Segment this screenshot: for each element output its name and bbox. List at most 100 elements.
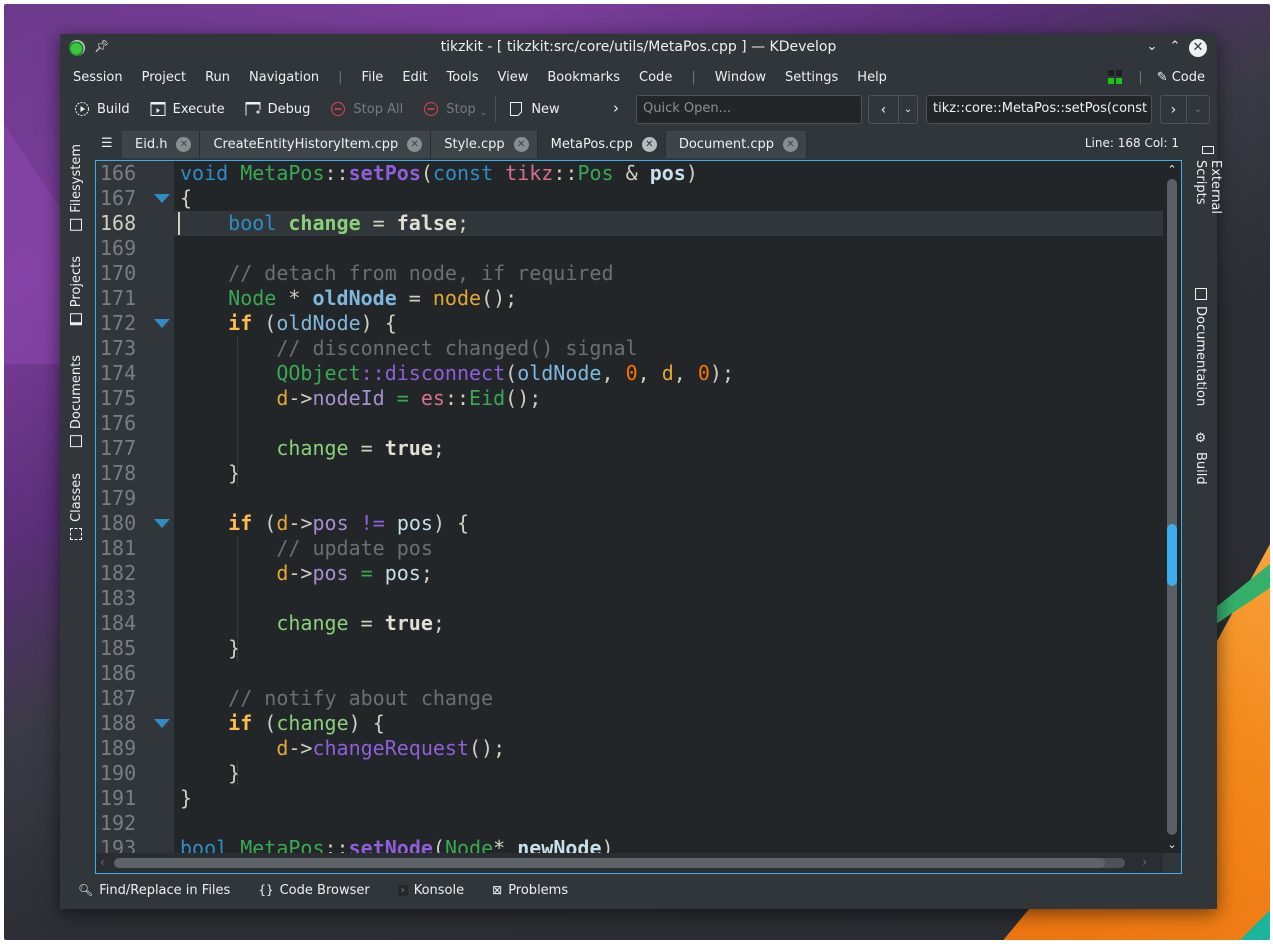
menu-file[interactable]: File [362,70,384,85]
menu-tools[interactable]: Tools [447,70,479,85]
chevron-down-icon[interactable]: ⌄ [480,108,488,118]
fold-toggle-icon[interactable] [154,519,170,528]
code-line[interactable]: if (d->pos != pos) { [174,511,1163,536]
debug-button[interactable]: Debug [245,101,310,117]
close-tab-icon[interactable]: ✕ [176,137,192,152]
menu-code[interactable]: Code [639,70,672,85]
minimize-button[interactable]: ⌄ [1143,39,1161,54]
code-line[interactable] [174,811,1163,836]
code-text-area[interactable]: void MetaPos::setPos(const tikz::Pos & p… [174,161,1163,853]
build-button[interactable]: Build [74,101,130,117]
code-line[interactable]: } [174,761,1163,786]
toolview-code-browser[interactable]: {} Code Browser [258,883,369,898]
code-line[interactable]: d->pos = pos; [174,561,1163,586]
code-line[interactable]: d->changeRequest(); [174,736,1163,761]
toolview-projects[interactable]: Projects [69,256,84,331]
toolview-documentation[interactable]: Documentation [1193,288,1208,406]
code-line[interactable]: Node * oldNode = node(); [174,286,1163,311]
close-tab-icon[interactable]: ✕ [513,137,529,152]
tab-createentityhistoryitem-cpp[interactable]: CreateEntityHistoryItem.cpp ✕ [200,131,432,158]
scrollbar-thumb[interactable] [114,858,1105,868]
code-line[interactable]: // disconnect changed() signal [174,336,1163,361]
scrollbar-track[interactable] [1167,179,1177,835]
tab-eid-h[interactable]: Eid.h ✕ [122,131,201,158]
fold-toggle-icon[interactable] [154,194,170,203]
code-line[interactable] [174,586,1163,611]
forward-button[interactable]: › [1161,96,1186,123]
toolview-classes[interactable]: Classes [69,473,84,546]
code-line[interactable]: change = true; [174,611,1163,636]
stop-button[interactable]: Stop ⌄ [423,100,487,118]
close-tab-icon[interactable]: ✕ [641,137,657,152]
back-button[interactable]: ‹ [869,96,898,123]
code-line[interactable]: QObject::disconnect(oldNode, 0, d, 0); [174,361,1163,386]
scrollbar-track[interactable] [114,858,1125,868]
toolview-build[interactable]: ⚙ Build [1193,431,1208,485]
fold-toggle-icon[interactable] [154,319,170,328]
line-number-gutter[interactable]: 166 167 168 169 170 171 172 173 174 175 176 177 178 1… [96,161,174,860]
code-line[interactable]: bool MetaPos::setNode(Node* newNode) [174,836,1163,853]
menu-project[interactable]: Project [142,70,186,85]
toolview-konsole[interactable]: › Konsole [397,883,464,898]
toolview-external-scripts[interactable]: External Scripts [1193,146,1223,218]
code-line[interactable]: if (change) { [174,711,1163,736]
maximize-button[interactable]: ⌃ [1166,39,1184,54]
code-line[interactable] [174,486,1163,511]
execute-button[interactable]: Execute [150,101,225,117]
stop-all-button[interactable]: Stop All [330,101,403,117]
code-line[interactable]: // detach from node, if required [174,261,1163,286]
fold-toggle-icon[interactable] [154,719,170,728]
toolview-problems[interactable]: ⊠ Problems [492,883,568,898]
scroll-right-icon[interactable]: › [1142,855,1147,869]
code-line[interactable]: d->nodeId = es::Eid(); [174,386,1163,411]
menu-help[interactable]: Help [857,70,887,85]
code-line[interactable]: // notify about change [174,686,1163,711]
back-history-dropdown[interactable]: ⌄ [897,96,917,123]
code-area-button[interactable]: ✎ Code [1157,70,1205,85]
chevron-right-icon[interactable]: › [613,99,619,117]
code-line[interactable]: } [174,461,1163,486]
scrollbar-thumb[interactable] [1167,523,1177,586]
close-tab-icon[interactable]: ✕ [782,137,798,152]
document-list-icon[interactable]: ☰ [101,136,113,151]
horizontal-scrollbar[interactable]: ‹ › [96,853,1165,873]
menu-view[interactable]: View [498,70,529,85]
code-line[interactable] [174,661,1163,686]
code-line[interactable]: bool change = false; [174,211,1163,236]
menu-session[interactable]: Session [73,70,123,85]
menu-settings[interactable]: Settings [785,70,838,85]
code-line[interactable]: // update pos [174,536,1163,561]
code-line[interactable] [174,411,1163,436]
menu-bookmarks[interactable]: Bookmarks [547,70,620,85]
new-button[interactable]: New [508,101,560,117]
toolview-filesystem[interactable]: Filesystem [69,144,84,237]
code-line[interactable]: { [174,186,1163,211]
menu-navigation[interactable]: Navigation [249,70,319,85]
code-line[interactable]: } [174,636,1163,661]
forward-history-dropdown[interactable]: ⌄ [1185,96,1209,123]
tab-metapos-cpp[interactable]: MetaPos.cpp ✕ [537,131,666,158]
code-line[interactable]: void MetaPos::setPos(const tikz::Pos & p… [174,161,1163,186]
quick-open-input[interactable]: Quick Open... [636,95,862,124]
line-number: 187 [100,686,137,710]
code-editor[interactable]: 166 167 168 169 170 171 172 173 174 175 176 177 178 1… [95,160,1182,874]
menu-run[interactable]: Run [205,70,230,85]
working-set-icon[interactable] [1108,70,1123,84]
context-browser-field[interactable]: tikz::core::MetaPos::setPos(const tikz::… [926,95,1152,124]
tab-style-cpp[interactable]: Style.cpp ✕ [431,131,538,158]
code-line[interactable] [174,236,1163,261]
close-button[interactable]: ✕ [1189,39,1207,57]
vertical-scrollbar[interactable]: ⌃ ⌄ [1163,161,1181,853]
menu-edit[interactable]: Edit [402,70,427,85]
code-line[interactable]: change = true; [174,436,1163,461]
scroll-left-icon[interactable]: ‹ [100,855,105,869]
tab-document-cpp[interactable]: Document.cpp ✕ [665,131,807,158]
scroll-up-icon[interactable]: ⌃ [1163,163,1181,176]
code-line[interactable]: if (oldNode) { [174,311,1163,336]
menu-window[interactable]: Window [715,70,766,85]
close-tab-icon[interactable]: ✕ [407,137,423,152]
toolview-documents[interactable]: Documents [69,355,84,453]
scroll-down-icon[interactable]: ⌄ [1163,838,1181,851]
code-line[interactable]: } [174,786,1163,811]
toolview-find-replace[interactable]: 🔍︎ Find/Replace in Files [78,883,230,898]
